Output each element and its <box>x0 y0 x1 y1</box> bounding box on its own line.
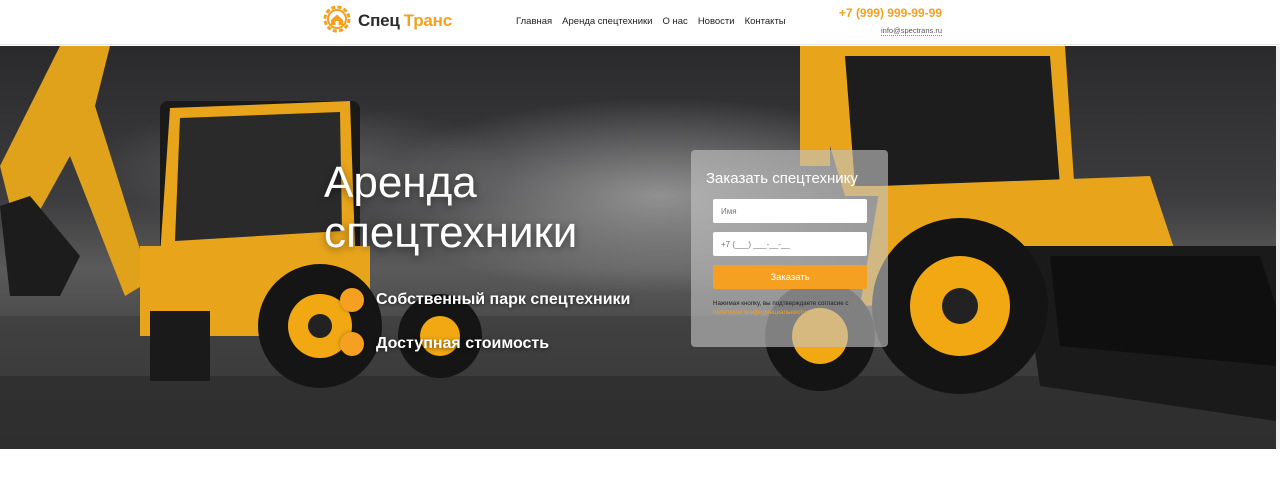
hero-title-line2: спецтехники <box>324 208 578 257</box>
features-list: Собственный парк спецтехники Доступная с… <box>340 278 630 366</box>
order-button[interactable]: Заказать <box>713 265 867 289</box>
logo-text-spec: Спец <box>358 11 400 30</box>
nav-item-about[interactable]: О нас <box>663 16 688 27</box>
hero-section: Аренда спецтехники Собственный парк спец… <box>0 46 1276 449</box>
feature-text: Доступная стоимость <box>376 335 550 352</box>
list-item: Собственный парк спецтехники <box>340 278 630 322</box>
order-form: Заказать спецтехнику Заказать Нажимая кн… <box>691 150 888 347</box>
hero-background-image <box>0 46 1276 449</box>
privacy-policy-link[interactable]: политикой конфиденциальности <box>713 309 807 316</box>
bullet-dot-icon <box>340 288 364 312</box>
form-title: Заказать спецтехнику <box>706 170 858 187</box>
hero-title-line1: Аренда <box>324 158 477 207</box>
header-contacts: +7 (999) 999-99-99 info@spectrans.ru <box>831 6 942 38</box>
feature-text: Собственный парк спецтехники <box>376 291 631 308</box>
page-below-hero <box>0 449 1280 483</box>
header-email[interactable]: info@spectrans.ru <box>881 26 942 36</box>
logo-text-trans: Транс <box>403 11 453 30</box>
nav-item-home[interactable]: Главная <box>516 16 552 27</box>
header-phone[interactable]: +7 (999) 999-99-99 <box>831 6 942 20</box>
site-header: Спец Транс Главная Аренда спецтехники О н… <box>0 0 1280 45</box>
privacy-note-text: Нажимая кнопку, вы подтверждаете согласи… <box>713 300 849 307</box>
nav-item-contacts[interactable]: Контакты <box>745 16 786 27</box>
main-nav: Главная Аренда спецтехники О нас Новости… <box>516 16 786 27</box>
phone-input[interactable] <box>713 232 867 256</box>
scrollbar[interactable] <box>1276 46 1280 449</box>
list-item: Доступная стоимость <box>340 322 630 366</box>
logo-text: Спец Транс <box>358 11 452 31</box>
hero-title: Аренда спецтехники <box>324 158 577 258</box>
nav-item-news[interactable]: Новости <box>698 16 735 27</box>
privacy-note: Нажимая кнопку, вы подтверждаете согласи… <box>713 299 873 317</box>
nav-item-rental[interactable]: Аренда спецтехники <box>562 16 652 27</box>
gear-house-icon <box>322 4 352 39</box>
logo[interactable]: Спец Транс <box>322 4 452 39</box>
bullet-dot-icon <box>340 332 364 356</box>
name-input[interactable] <box>713 199 867 223</box>
